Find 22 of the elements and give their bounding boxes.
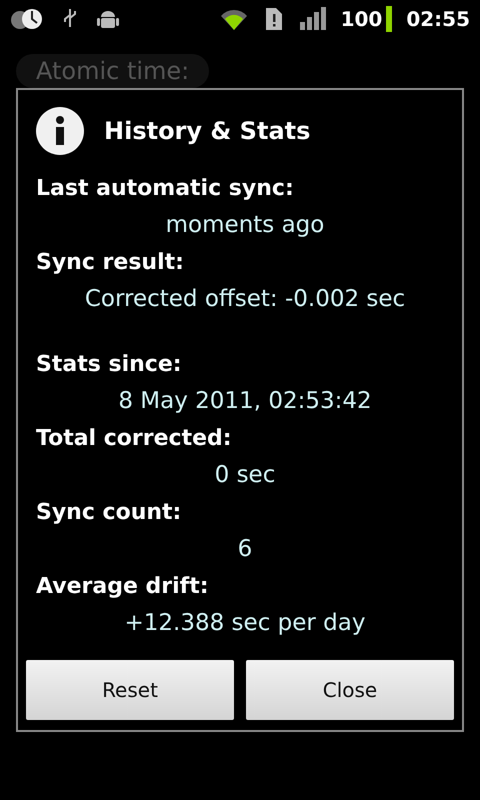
stat-value: 0 sec — [214, 461, 276, 490]
stat-label: Sync count: — [36, 499, 182, 527]
stat-value: 8 May 2011, 02:53:42 — [118, 387, 372, 416]
stat-value: +12.388 sec per day — [124, 609, 366, 638]
stat-label: Average drift: — [36, 573, 209, 601]
stat-label: Stats since: — [36, 351, 182, 379]
battery-icon — [386, 6, 392, 32]
stat-label: Total corrected: — [36, 425, 232, 453]
signal-icon — [298, 6, 327, 32]
info-icon — [36, 107, 84, 155]
stat-label: Last automatic sync: — [36, 175, 294, 203]
section-label: Atomic time: — [16, 54, 210, 88]
stat-value: 6 — [238, 535, 252, 564]
stat-value: Corrected offset: -0.002 sec — [84, 285, 406, 314]
clock-icon — [10, 6, 44, 32]
stat-label: Sync result: — [36, 249, 184, 277]
stat-value: moments ago — [166, 211, 324, 240]
clock-time: 02:55 — [406, 7, 470, 31]
dialog-title: History & Stats — [104, 117, 310, 145]
battery-level: 100 — [340, 7, 382, 31]
reset-button[interactable]: Reset — [26, 660, 234, 720]
close-button[interactable]: Close — [246, 660, 454, 720]
